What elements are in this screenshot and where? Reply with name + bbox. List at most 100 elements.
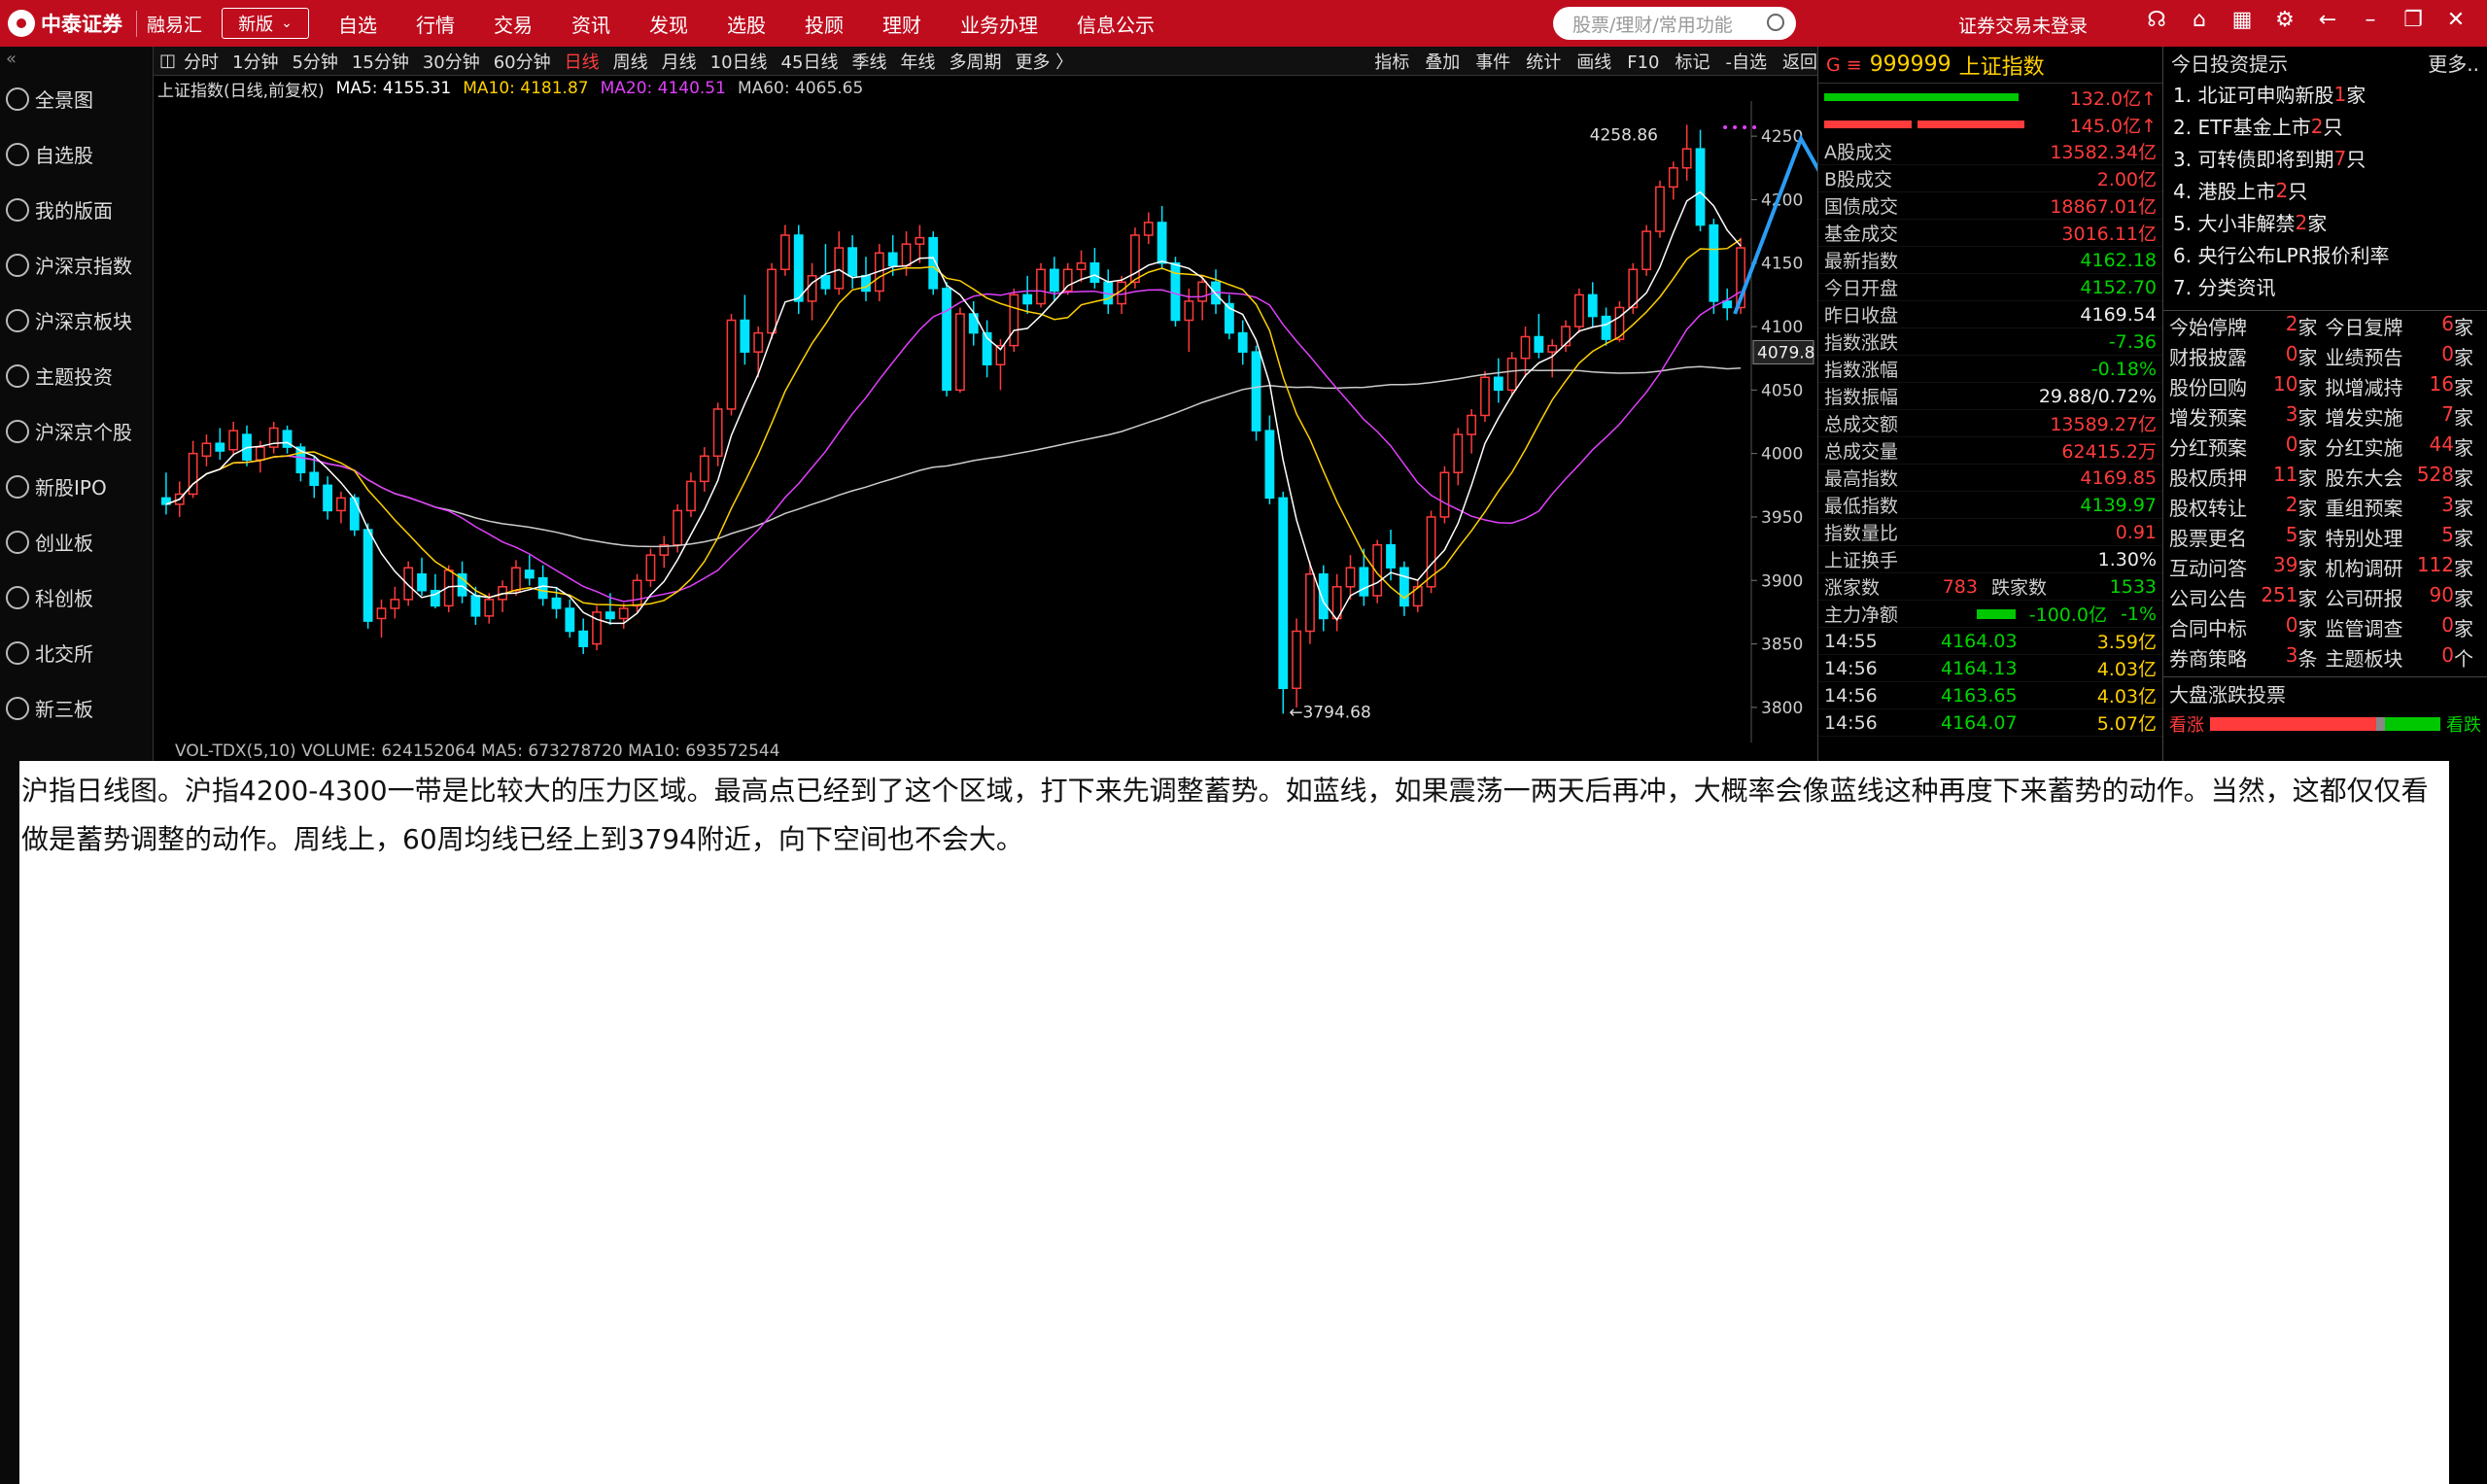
nav-item[interactable]: 信息公示 — [1077, 10, 1155, 38]
notice-grid-cell[interactable]: 增发实施 7 家 — [2326, 402, 2482, 431]
notice-grid-cell[interactable]: 互动问答 39 家 — [2169, 553, 2326, 581]
search-icon[interactable] — [1767, 14, 1784, 31]
nav-item[interactable]: 投顾 — [805, 10, 844, 38]
notice-grid-cell[interactable]: 增发预案 3 家 — [2169, 402, 2326, 431]
period-tab[interactable]: 周线 — [613, 52, 648, 73]
candlestick-chart[interactable]: 3800385039003950400040504100415042004250… — [154, 101, 1817, 742]
period-tab[interactable]: 更多 〉 — [1015, 52, 1073, 73]
shirt-icon[interactable]: ⌂ — [2178, 8, 2221, 32]
vote-down-label[interactable]: 看跌 — [2446, 711, 2481, 737]
nav-item[interactable]: 选股 — [727, 10, 766, 38]
sidebar-item[interactable]: 科创板 — [0, 569, 153, 625]
chart-tool[interactable]: 统计 — [1526, 52, 1561, 73]
stock-name[interactable]: 上证指数 — [1959, 50, 2045, 81]
notice-tip[interactable]: 3. 可转债即将到期 7 只 — [2163, 142, 2487, 174]
sidebar-item[interactable]: 新三板 — [0, 680, 153, 736]
period-tab[interactable]: 1分钟 — [232, 52, 278, 73]
notice-grid-cell[interactable]: 主题板块 0 个 — [2326, 643, 2482, 672]
notices-more-link[interactable]: 更多.. — [2428, 49, 2479, 77]
nav-item[interactable]: 行情 — [416, 10, 455, 38]
period-tab[interactable]: 10日线 — [710, 52, 768, 73]
period-tab[interactable]: 分时 — [184, 52, 219, 73]
notice-grid-cell[interactable]: 今始停牌 2 家 — [2169, 312, 2326, 340]
period-tab[interactable]: 季线 — [851, 52, 886, 73]
notice-grid-cell[interactable]: 重组预案 3 家 — [2326, 493, 2482, 521]
settings-icon[interactable]: ⚙ — [2263, 8, 2306, 32]
period-tab[interactable]: 多周期 — [949, 52, 1001, 73]
notice-tip[interactable]: 5. 大小非解禁 2 家 — [2163, 206, 2487, 238]
notice-grid-cell[interactable]: 券商策略 3 条 — [2169, 643, 2326, 672]
version-select[interactable]: 新版 ⌄ — [222, 8, 310, 39]
nav-item[interactable]: 发现 — [649, 10, 688, 38]
notice-grid-cell[interactable]: 分红实施 44 家 — [2326, 432, 2482, 461]
notice-grid-cell[interactable]: 财报披露 0 家 — [2169, 342, 2326, 370]
chart-tool[interactable]: 指标 — [1374, 52, 1409, 73]
chart-tool[interactable]: -自选 — [1726, 52, 1768, 73]
notice-grid-cell[interactable]: 今日复牌 6 家 — [2326, 312, 2482, 340]
nav-item[interactable]: 资讯 — [571, 10, 610, 38]
notice-grid-cell[interactable]: 监管调查 0 家 — [2326, 613, 2482, 641]
period-tab[interactable]: 30分钟 — [423, 52, 480, 73]
grid-icon[interactable]: ▦ — [2221, 8, 2263, 32]
restore-icon[interactable]: ❐ — [2392, 8, 2435, 32]
chart-tool[interactable]: 事件 — [1475, 52, 1510, 73]
period-tab[interactable]: 60分钟 — [494, 52, 551, 73]
sidebar-item[interactable]: 我的版面 — [0, 182, 153, 237]
chart-tool[interactable]: 返回 — [1782, 52, 1817, 73]
sidebar-item[interactable]: 北交所 — [0, 625, 153, 680]
nav-item[interactable]: 交易 — [494, 10, 533, 38]
chart-tool[interactable]: 画线 — [1576, 52, 1611, 73]
notice-grid-cell[interactable]: 合同中标 0 家 — [2169, 613, 2326, 641]
close-icon[interactable]: ✕ — [2435, 8, 2477, 32]
broker-logo[interactable]: 中泰证券 — [0, 0, 136, 47]
notice-grid-cell[interactable]: 股东大会 528 家 — [2326, 463, 2482, 491]
notice-grid-cell[interactable]: 分红预案 0 家 — [2169, 432, 2326, 461]
notice-grid-cell[interactable]: 股权质押 11 家 — [2169, 463, 2326, 491]
sidebar-item[interactable]: 沪深京指数 — [0, 237, 153, 293]
notice-grid-cell[interactable]: 机构调研 112 家 — [2326, 553, 2482, 581]
back-icon[interactable]: ← — [2306, 8, 2349, 32]
period-tab[interactable]: 年线 — [900, 52, 935, 73]
notice-tip[interactable]: 7. 分类资讯 — [2163, 270, 2487, 302]
sidebar-item[interactable]: 沪深京板块 — [0, 293, 153, 348]
nav-item[interactable]: 业务办理 — [960, 10, 1038, 38]
period-tab[interactable]: 日线 — [565, 52, 600, 73]
sidebar-item[interactable]: 全景图 — [0, 71, 153, 126]
sidebar-item[interactable]: 新股IPO — [0, 459, 153, 514]
notice-tip[interactable]: 6. 央行公布LPR报价利率 — [2163, 238, 2487, 270]
notice-grid-cell[interactable]: 拟增减持 16 家 — [2326, 372, 2482, 400]
notice-grid-cell[interactable]: 股权转让 2 家 — [2169, 493, 2326, 521]
nav-item[interactable]: 自选 — [338, 10, 377, 38]
chart-tool[interactable]: F10 — [1627, 52, 1659, 73]
notice-tip[interactable]: 1. 北证可申购新股 1 家 — [2163, 78, 2487, 110]
minimize-icon[interactable]: – — [2349, 8, 2392, 32]
headset-icon[interactable]: ☊ — [2135, 8, 2178, 32]
sidebar-item[interactable]: 自选股 — [0, 126, 153, 182]
panel-toggle-icon[interactable]: ◫ — [159, 51, 176, 71]
notice-tip[interactable]: 4. 港股上市 2 只 — [2163, 174, 2487, 206]
sidebar-item[interactable]: 沪深京个股 — [0, 403, 153, 459]
notice-grid-label: 股东大会 — [2325, 466, 2403, 490]
vote-up-label[interactable]: 看涨 — [2169, 711, 2204, 737]
nav-item[interactable]: 理财 — [882, 10, 921, 38]
notice-tip[interactable]: 2. ETF基金上市 2 只 — [2163, 110, 2487, 142]
sidebar-item[interactable]: 主题投资 — [0, 348, 153, 403]
period-tab[interactable]: 45日线 — [781, 52, 839, 73]
notice-grid-cell[interactable]: 特别处理 5 家 — [2326, 523, 2482, 551]
notice-grid-cell[interactable]: 公司研报 90 家 — [2326, 583, 2482, 611]
notice-grid-cell[interactable]: 业绩预告 0 家 — [2326, 342, 2482, 370]
notice-grid-cell[interactable]: 公司公告 251 家 — [2169, 583, 2326, 611]
vote-bar[interactable]: 看涨 看跌 — [2163, 709, 2487, 739]
chart-tool[interactable]: 标记 — [1675, 52, 1710, 73]
search-input[interactable]: 股票/理财/常用功能 — [1553, 7, 1796, 40]
chart-tool[interactable]: 叠加 — [1425, 52, 1460, 73]
period-tab[interactable]: 月线 — [662, 52, 697, 73]
notice-grid-cell[interactable]: 股票更名 5 家 — [2169, 523, 2326, 551]
period-tab[interactable]: 15分钟 — [352, 52, 409, 73]
period-tab[interactable]: 5分钟 — [292, 52, 337, 73]
notice-grid-cell[interactable]: 股份回购 10 家 — [2169, 372, 2326, 400]
stock-code[interactable]: 999999 — [1870, 52, 1952, 77]
sidebar-item[interactable]: 创业板 — [0, 514, 153, 569]
login-status[interactable]: 证券交易未登录 — [1958, 12, 2088, 38]
collapse-icon[interactable]: « — [0, 47, 153, 71]
